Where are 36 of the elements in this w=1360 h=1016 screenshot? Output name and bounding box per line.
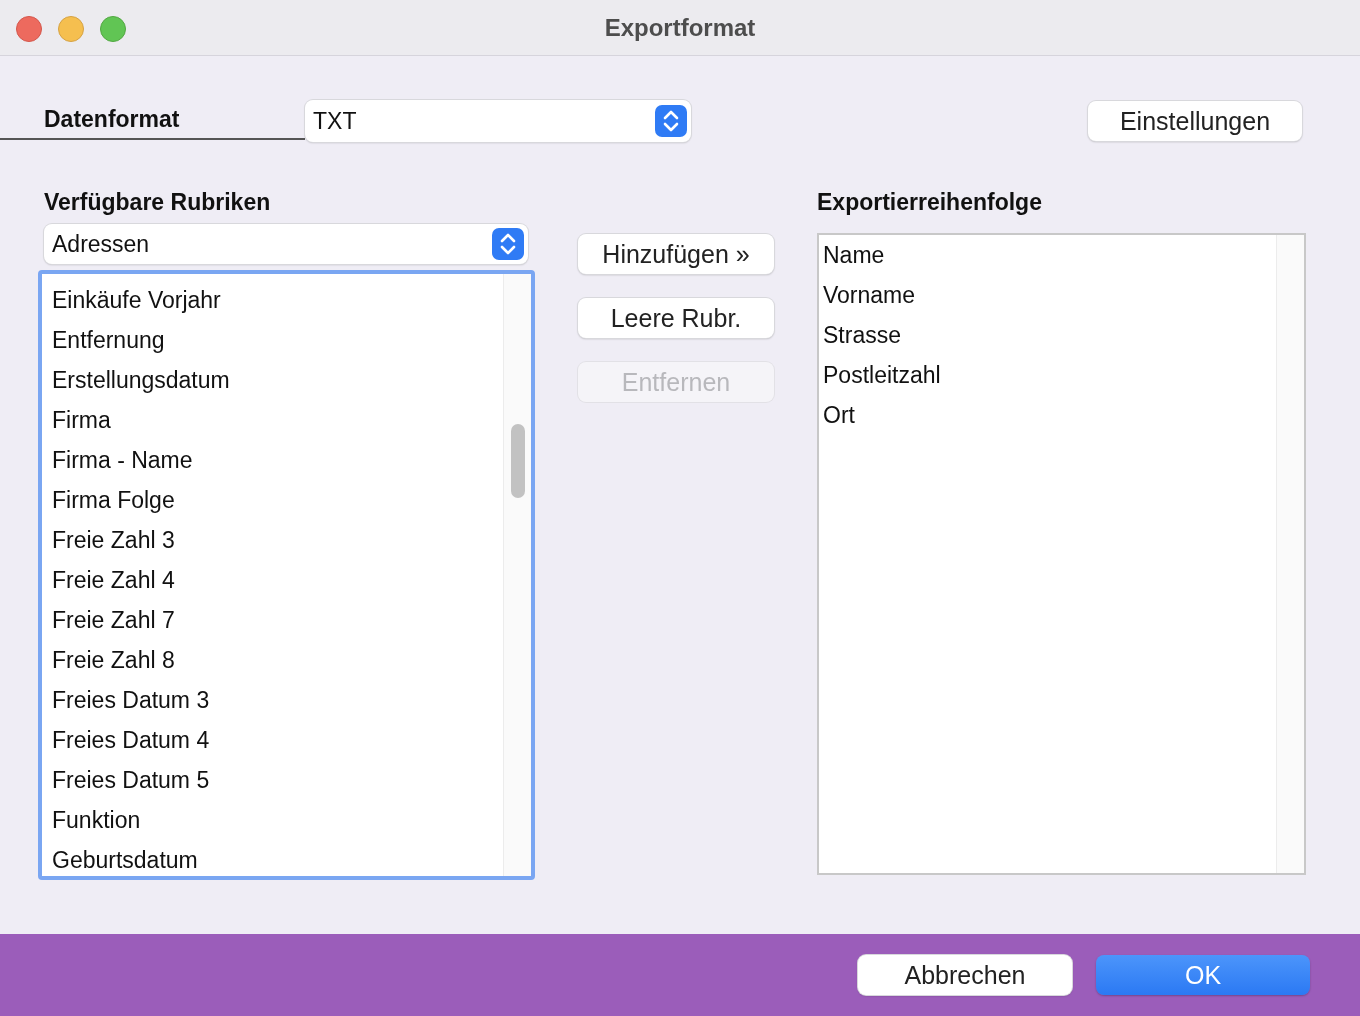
field-item[interactable]: Firma Folge — [42, 480, 503, 520]
field-item[interactable]: Freies Datum 5 — [42, 760, 503, 800]
field-item[interactable]: Firma — [42, 400, 503, 440]
field-item[interactable]: Freie Zahl 7 — [42, 600, 503, 640]
field-item[interactable]: Ort — [819, 395, 1276, 435]
ok-button[interactable]: OK — [1096, 955, 1310, 995]
scrollbar-thumb[interactable] — [510, 424, 525, 498]
settings-button[interactable]: Einstellungen — [1088, 101, 1302, 141]
field-item[interactable]: Strasse — [819, 315, 1276, 355]
zoom-button[interactable] — [100, 16, 126, 42]
field-item[interactable]: Einkäufe Vorjahr — [42, 280, 503, 320]
field-item[interactable]: Freie Zahl 4 — [42, 560, 503, 600]
data-format-dropdown[interactable]: TXT — [305, 100, 691, 142]
action-button[interactable]: Hinzufügen » — [578, 234, 774, 274]
cancel-button[interactable]: Abbrechen — [858, 955, 1072, 995]
chevron-updown-icon — [655, 105, 687, 137]
field-item[interactable]: Funktion — [42, 800, 503, 840]
action-button[interactable]: Leere Rubr. — [578, 298, 774, 338]
close-button[interactable] — [16, 16, 42, 42]
field-item[interactable]: Firma - Name — [42, 440, 503, 480]
field-item[interactable]: Vorname — [819, 275, 1276, 315]
section-heading: Exportierreihenfolge — [817, 190, 1043, 214]
minimize-button[interactable] — [58, 16, 84, 42]
field-item[interactable]: Freies Datum 3 — [42, 680, 503, 720]
field-item[interactable]: Geburtsdatum — [42, 840, 503, 880]
field-item[interactable]: Freies Datum 4 — [42, 720, 503, 760]
field-item[interactable]: Name — [819, 235, 1276, 275]
field-item[interactable]: Entfernung — [42, 320, 503, 360]
window-title: Exportformat — [604, 13, 756, 42]
field-item[interactable]: Freie Zahl 8 — [42, 640, 503, 680]
category-dropdown[interactable]: Adressen — [44, 224, 528, 264]
field-item[interactable]: Erstellungsdatum — [42, 360, 503, 400]
field-item[interactable]: Freie Zahl 3 — [42, 520, 503, 560]
chevron-updown-icon — [492, 228, 524, 260]
field-item[interactable]: Postleitzahl — [819, 355, 1276, 395]
section-heading: Verfügbare Rubriken — [44, 190, 272, 214]
